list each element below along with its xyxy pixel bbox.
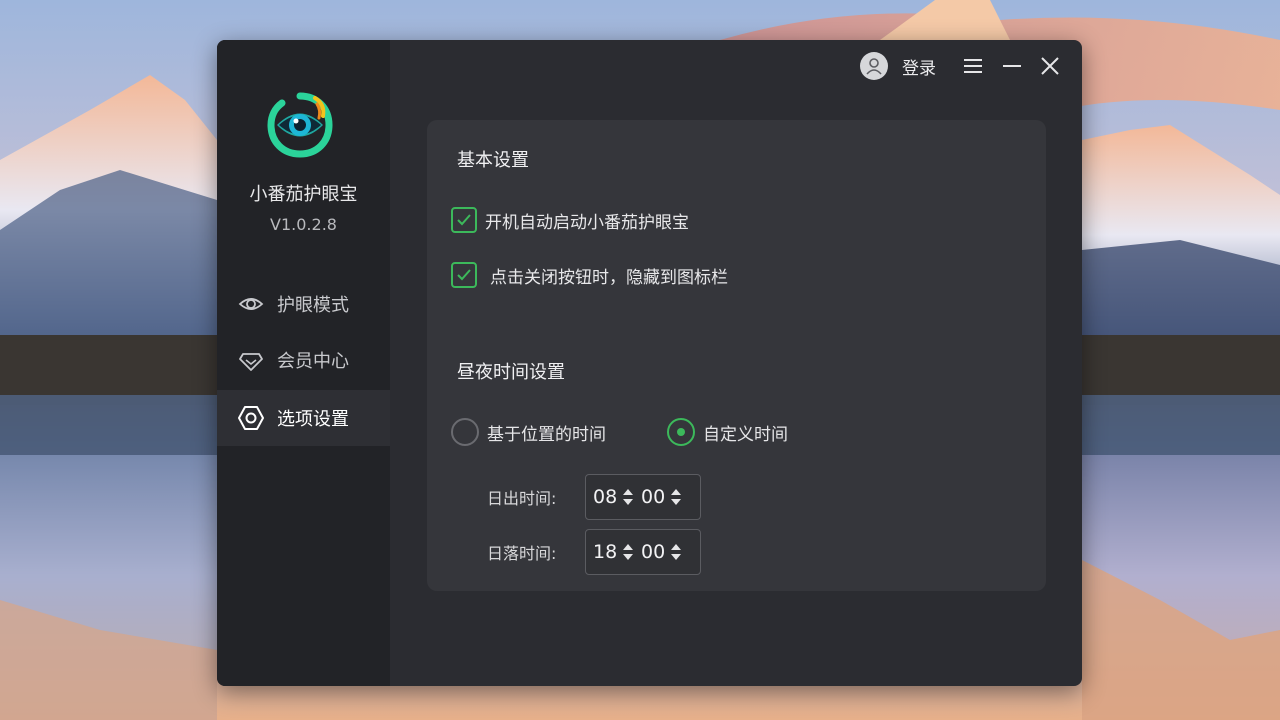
day-night-title: 昼夜时间设置 xyxy=(457,362,565,383)
sunrise-minute-stepper[interactable]: 00 xyxy=(641,486,681,508)
location-time-radio-row[interactable]: 基于位置的时间 xyxy=(451,418,606,446)
settings-hexagon-icon xyxy=(237,404,265,432)
autostart-label: 开机自动启动小番茄护眼宝 xyxy=(485,212,689,233)
autostart-checkbox-row[interactable]: 开机自动启动小番茄护眼宝 xyxy=(451,207,689,233)
diamond-icon xyxy=(237,346,265,374)
settings-card: 基本设置 开机自动启动小番茄护眼宝 点击关闭按钮时，隐藏到图标栏 昼夜时间设置 … xyxy=(427,120,1046,591)
sunrise-hour-stepper[interactable]: 08 xyxy=(593,486,633,508)
custom-time-radio[interactable] xyxy=(667,418,695,446)
sunset-time-input[interactable]: 18 00 xyxy=(585,529,701,575)
custom-time-label: 自定义时间 xyxy=(703,424,788,445)
sidebar-item-eye-mode[interactable]: 护眼模式 xyxy=(217,276,390,332)
app-name: 小番茄护眼宝 xyxy=(249,184,358,205)
sunrise-row: 日出时间: 08 00 xyxy=(487,474,701,520)
spin-arrows-icon[interactable] xyxy=(623,487,633,507)
location-time-label: 基于位置的时间 xyxy=(487,424,606,445)
hide-to-tray-checkbox[interactable] xyxy=(451,262,477,288)
minimize-icon[interactable] xyxy=(1000,54,1024,78)
sidebar-item-label: 会员中心 xyxy=(277,351,349,372)
hide-to-tray-label: 点击关闭按钮时，隐藏到图标栏 xyxy=(490,267,728,288)
app-logo-icon xyxy=(265,90,335,160)
sunset-label: 日落时间: xyxy=(487,544,557,563)
sidebar-item-member-center[interactable]: 会员中心 xyxy=(217,332,390,388)
app-window: 小番茄护眼宝 V1.0.2.8 护眼模式 会员中心 选项设置 登录 基本设置 开… xyxy=(217,40,1082,686)
spin-arrows-icon[interactable] xyxy=(671,487,681,507)
custom-time-radio-row[interactable]: 自定义时间 xyxy=(667,418,788,446)
autostart-checkbox[interactable] xyxy=(451,207,477,233)
hide-to-tray-checkbox-row[interactable]: 点击关闭按钮时，隐藏到图标栏 xyxy=(451,262,728,288)
spin-arrows-icon[interactable] xyxy=(671,542,681,562)
sunrise-hour-value: 08 xyxy=(593,486,618,508)
sunset-minute-stepper[interactable]: 00 xyxy=(641,541,681,563)
user-avatar-icon xyxy=(860,52,888,80)
sidebar: 小番茄护眼宝 V1.0.2.8 护眼模式 会员中心 选项设置 xyxy=(217,40,390,686)
login-button[interactable]: 登录 xyxy=(860,52,936,80)
sidebar-item-options-settings[interactable]: 选项设置 xyxy=(217,390,390,446)
sidebar-item-label: 护眼模式 xyxy=(277,295,349,316)
basic-settings-title: 基本设置 xyxy=(457,150,529,171)
close-icon[interactable] xyxy=(1038,54,1062,78)
sunrise-minute-value: 00 xyxy=(641,486,666,508)
sidebar-item-label: 选项设置 xyxy=(277,409,349,430)
sunrise-label: 日出时间: xyxy=(487,489,557,508)
eye-icon xyxy=(237,290,265,318)
checkmark-icon xyxy=(457,269,471,281)
sunset-hour-stepper[interactable]: 18 xyxy=(593,541,633,563)
checkmark-icon xyxy=(457,214,471,226)
app-version: V1.0.2.8 xyxy=(270,215,337,234)
sunset-row: 日落时间: 18 00 xyxy=(487,529,701,575)
login-label: 登录 xyxy=(902,58,936,79)
menu-icon[interactable] xyxy=(961,54,985,78)
sunset-hour-value: 18 xyxy=(593,541,618,563)
location-time-radio[interactable] xyxy=(451,418,479,446)
spin-arrows-icon[interactable] xyxy=(623,542,633,562)
sunrise-time-input[interactable]: 08 00 xyxy=(585,474,701,520)
sunset-minute-value: 00 xyxy=(641,541,666,563)
